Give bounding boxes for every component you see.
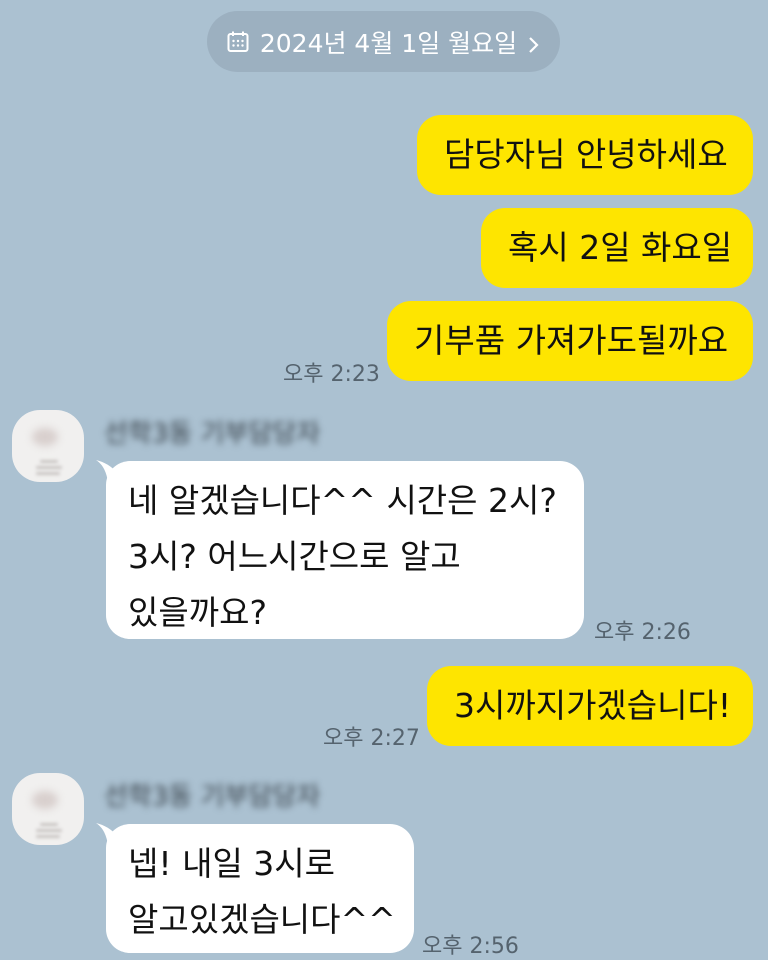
- message-text: 담당자님 안녕하세요: [444, 135, 728, 174]
- message-text: 3시까지가겠습니다!: [454, 686, 732, 725]
- message-time: 오후 2:56: [422, 934, 519, 959]
- my-message-bubble[interactable]: 담당자님 안녕하세요: [417, 115, 753, 195]
- sender-name: 선학3동 기부담당자: [104, 419, 321, 449]
- my-message-bubble[interactable]: 혹시 2일 화요일: [481, 208, 753, 288]
- message-text: 기부품 가져가도될까요: [414, 321, 729, 360]
- their-message-bubble[interactable]: 넵! 내일 3시로 알고있겠습니다^^: [106, 824, 414, 953]
- message-line: 네 알겠습니다^^ 시간은 2시?: [128, 481, 557, 520]
- date-label: 2024년 4월 1일 월요일: [259, 28, 518, 58]
- calendar-icon: [226, 30, 250, 54]
- message-time: 오후 2:23: [283, 362, 380, 387]
- my-message-bubble[interactable]: 기부품 가져가도될까요: [387, 301, 753, 381]
- message-line: 있을까요?: [128, 593, 267, 632]
- message-line: 3시? 어느시간으로 알고: [128, 537, 461, 576]
- their-message-bubble[interactable]: 네 알겠습니다^^ 시간은 2시? 3시? 어느시간으로 알고 있을까요?: [106, 461, 584, 639]
- sender-avatar[interactable]: [12, 773, 84, 845]
- message-text: 혹시 2일 화요일: [508, 228, 733, 267]
- message-time: 오후 2:27: [323, 726, 420, 751]
- message-line: 넵! 내일 3시로: [128, 844, 336, 883]
- sender-avatar[interactable]: [12, 410, 84, 482]
- date-header[interactable]: 2024년 4월 1일 월요일: [207, 11, 560, 72]
- message-time: 오후 2:26: [594, 620, 691, 645]
- sender-name: 선학3동 기부담당자: [104, 782, 321, 812]
- my-message-bubble[interactable]: 3시까지가겠습니다!: [427, 666, 753, 746]
- chevron-right-icon: [527, 32, 541, 53]
- message-line: 알고있겠습니다^^: [128, 900, 396, 939]
